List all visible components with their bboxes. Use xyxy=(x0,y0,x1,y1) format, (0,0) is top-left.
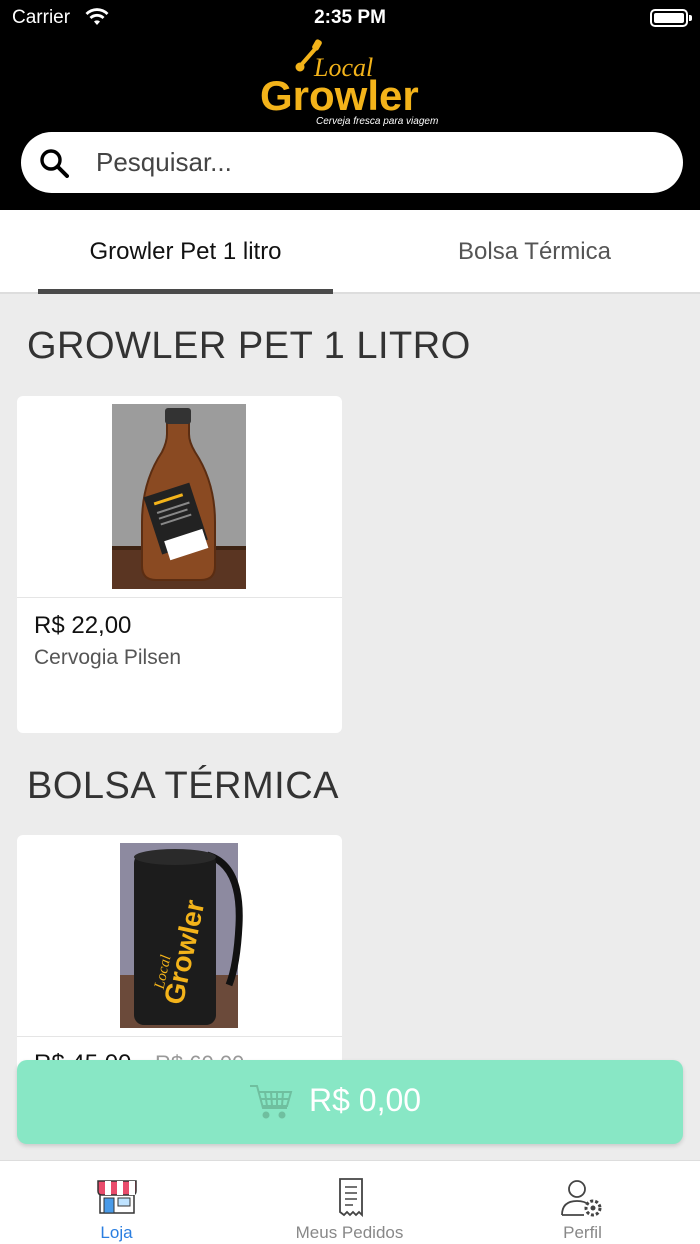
tab-perfil[interactable]: Perfil xyxy=(466,1161,699,1244)
tab-label: Loja xyxy=(100,1223,133,1242)
tab-bolsa-termica[interactable]: Bolsa Térmica xyxy=(372,210,697,292)
svg-text:Cerveja fresca para viagem: Cerveja fresca para viagem xyxy=(316,116,438,127)
tab-loja[interactable]: Loja xyxy=(0,1161,233,1244)
search-icon xyxy=(39,148,69,178)
store-icon xyxy=(96,1177,138,1217)
product-image xyxy=(17,396,342,598)
product-card[interactable]: Local Growler R$ 45,00 R$ 60,00 xyxy=(17,835,342,1095)
section-title-bolsa: BOLSA TÉRMICA xyxy=(27,765,340,807)
tab-label: Growler Pet 1 litro xyxy=(89,238,282,265)
tab-label: Bolsa Térmica xyxy=(458,238,611,265)
user-settings-icon xyxy=(560,1177,602,1217)
search-bar[interactable] xyxy=(21,132,683,193)
category-tabs: Growler Pet 1 litro Bolsa Térmica xyxy=(0,210,700,294)
tab-meus-pedidos[interactable]: Meus Pedidos xyxy=(233,1161,466,1244)
svg-text:Growler: Growler xyxy=(260,72,419,119)
shopping-cart-icon xyxy=(249,1082,293,1122)
product-name: Cervogia Pilsen xyxy=(34,646,182,669)
tab-label: Meus Pedidos xyxy=(295,1223,404,1242)
tab-label: Perfil xyxy=(563,1223,602,1242)
cart-total: R$ 0,00 xyxy=(309,1082,422,1118)
clock: 2:35 PM xyxy=(314,7,386,28)
receipt-icon xyxy=(331,1177,373,1218)
cart-button[interactable]: R$ 0,00 xyxy=(17,1060,683,1144)
bottom-tab-bar: Loja Meus Pedidos Perfil xyxy=(0,1160,700,1244)
search-input[interactable] xyxy=(96,141,656,184)
tab-growler-pet[interactable]: Growler Pet 1 litro xyxy=(38,210,333,294)
brand-logo: Local Growler Cerveja fresca para viagem xyxy=(258,38,444,130)
status-bar: Carrier 2:35 PM xyxy=(0,0,700,36)
active-tab-indicator xyxy=(38,289,333,294)
app-header: Carrier 2:35 PM Local Growler Cerveja fr… xyxy=(0,0,700,210)
product-price: R$ 22,00 xyxy=(34,612,132,639)
product-card[interactable]: R$ 22,00 Cervogia Pilsen xyxy=(17,396,342,733)
product-image: Local Growler xyxy=(17,835,342,1037)
battery-icon xyxy=(650,9,692,27)
section-title-growler: GROWLER PET 1 LITRO xyxy=(27,325,471,367)
